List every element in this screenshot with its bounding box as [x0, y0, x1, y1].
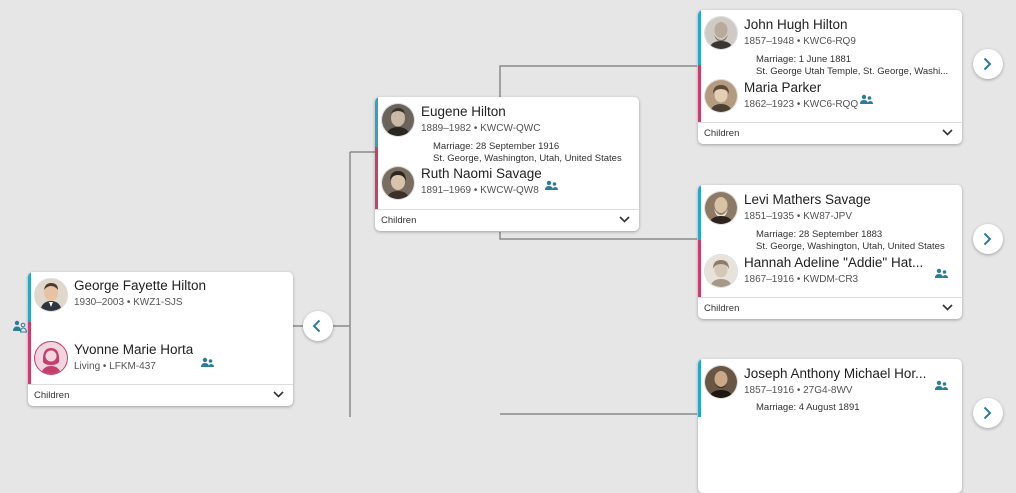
marriage-date: Marriage: 1 June 1881 [756, 54, 852, 65]
wife-person[interactable]: Ruth Naomi Savage 1891–1969 • KWCW-QW8 [375, 163, 639, 210]
couple-card-eugene-ruth[interactable]: Eugene Hilton 1889–1982 • KWCW-QWC Marri… [375, 97, 639, 231]
person-name[interactable]: Ruth Naomi Savage [421, 166, 542, 181]
marriage-date: Marriage: 28 September 1883 [756, 229, 883, 240]
children-label: Children [381, 215, 417, 226]
chevron-right-icon [983, 57, 992, 71]
person-name[interactable]: George Fayette Hilton [74, 278, 206, 293]
people-icon[interactable] [13, 320, 27, 333]
person-lifespan-id: 1889–1982 • KWCW-QWC [421, 123, 541, 134]
avatar [34, 278, 68, 312]
person-lifespan-id: 1857–1916 • 27G4-8WV [744, 385, 853, 396]
chevron-down-icon [273, 391, 284, 398]
chevron-right-icon [983, 406, 992, 420]
person-link-icon[interactable] [201, 357, 214, 368]
children-label: Children [704, 128, 740, 139]
person-name[interactable]: Eugene Hilton [421, 104, 506, 119]
chevron-down-icon [619, 216, 630, 223]
children-toggle[interactable]: Children [28, 384, 293, 406]
wife-person[interactable]: Yvonne Marie Horta Living • LFKM-437 [28, 336, 293, 385]
person-lifespan-id: 1851–1935 • KW87-JPV [744, 211, 853, 222]
couple-card-levi-hannah[interactable]: Levi Mathers Savage 1851–1935 • KW87-JPV… [698, 185, 962, 319]
person-lifespan-id: 1930–2003 • KWZ1-SJS [74, 297, 183, 308]
expand-ancestors-button[interactable] [973, 398, 1003, 428]
marriage-date: Marriage: 28 September 1916 [433, 141, 560, 152]
husband-person[interactable]: Levi Mathers Savage 1851–1935 • KW87-JPV [698, 185, 962, 229]
chevron-down-icon [942, 304, 953, 311]
husband-person[interactable]: George Fayette Hilton 1930–2003 • KWZ1-S… [28, 272, 293, 322]
person-name[interactable]: Yvonne Marie Horta [74, 342, 193, 357]
children-toggle[interactable]: Children [375, 209, 639, 231]
marriage-date: Marriage: 4 August 1891 [756, 402, 860, 413]
avatar [381, 103, 415, 137]
wife-person[interactable]: Hannah Adeline "Addie" Hat... 1867–1916 … [698, 251, 962, 298]
children-toggle[interactable]: Children [698, 297, 962, 319]
person-name[interactable]: Maria Parker [744, 80, 821, 95]
avatar [704, 254, 738, 288]
person-name[interactable]: John Hugh Hilton [744, 17, 848, 32]
children-toggle[interactable]: Children [698, 122, 962, 144]
children-label: Children [704, 303, 740, 314]
expand-ancestors-button[interactable] [973, 49, 1003, 79]
husband-person[interactable]: John Hugh Hilton 1857–1948 • KWC6-RQ9 [698, 10, 962, 54]
person-lifespan-id: 1862–1923 • KWC6-RQQ [744, 99, 859, 110]
default-female-avatar-icon [34, 341, 68, 375]
collapse-ancestors-button[interactable] [303, 311, 333, 341]
chevron-left-icon [312, 319, 321, 333]
couple-card-george-yvonne[interactable]: George Fayette Hilton 1930–2003 • KWZ1-S… [28, 272, 293, 406]
couple-card-joseph[interactable]: Joseph Anthony Michael Hor... 1857–1916 … [698, 359, 962, 493]
person-link-icon[interactable] [935, 268, 948, 279]
person-link-icon[interactable] [935, 380, 948, 391]
husband-person[interactable]: Joseph Anthony Michael Hor... 1857–1916 … [698, 359, 962, 403]
couple-card-john-maria[interactable]: John Hugh Hilton 1857–1948 • KWC6-RQ9 Ma… [698, 10, 962, 144]
avatar [704, 365, 738, 399]
person-lifespan-id: 1867–1916 • KWDM-CR3 [744, 274, 859, 285]
chevron-down-icon [942, 129, 953, 136]
children-label: Children [34, 390, 70, 401]
wife-person[interactable]: Maria Parker 1862–1923 • KWC6-RQQ [698, 76, 962, 123]
person-link-icon[interactable] [545, 180, 558, 191]
avatar [381, 166, 415, 200]
husband-person[interactable]: Eugene Hilton 1889–1982 • KWCW-QWC [375, 97, 639, 141]
person-name[interactable]: Hannah Adeline "Addie" Hat... [744, 255, 928, 270]
person-lifespan-id: 1891–1969 • KWCW-QW8 [421, 185, 539, 196]
person-name[interactable]: Joseph Anthony Michael Hor... [744, 366, 928, 381]
avatar [704, 79, 738, 113]
person-name[interactable]: Levi Mathers Savage [744, 192, 871, 207]
avatar [704, 191, 738, 225]
person-lifespan-id: 1857–1948 • KWC6-RQ9 [744, 36, 856, 47]
person-link-icon[interactable] [860, 94, 873, 105]
chevron-right-icon [983, 232, 992, 246]
expand-ancestors-button[interactable] [973, 224, 1003, 254]
person-lifespan-id: Living • LFKM-437 [74, 361, 156, 372]
avatar [704, 16, 738, 50]
